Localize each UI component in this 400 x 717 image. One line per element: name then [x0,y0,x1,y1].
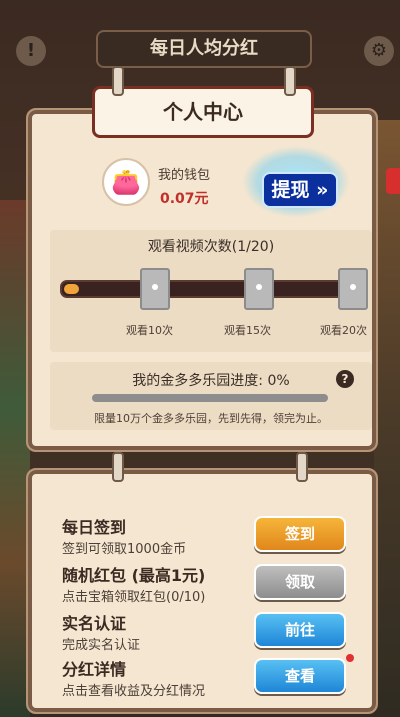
card-hook-right [296,452,308,482]
help-icon[interactable]: ? [336,370,354,388]
task-daily-checkin: 每日签到 签到可领取1000金币 签到 [60,514,360,560]
milestone-label: 观看10次 [126,324,173,337]
gear-icon[interactable]: ⚙ [364,36,394,66]
task-random-redpacket: 随机红包 (最高1元) 点击宝箱领取红包(0/10) 领取 [60,562,360,608]
task-dividend-details: 分红详情 点击查看收益及分红情况 查看 [60,654,360,702]
task-desc: 完成实名认证 [62,638,141,653]
side-tab[interactable] [386,168,400,194]
notification-dot [346,654,354,662]
task-desc: 点击查看收益及分红情况 [62,684,206,699]
garden-note: 限量10万个金多多乐园，先到先得，领完为止。 [94,412,328,425]
task-title: 随机红包 (最高1元) [62,566,206,585]
task-title: 实名认证 [62,614,127,633]
checkin-button[interactable]: 签到 [254,516,346,552]
task-desc: 签到可领取1000金币 [62,542,187,557]
personal-center-title: 个人中心 [92,86,314,138]
top-banner-title: 每日人均分红 [96,30,312,68]
task-title: 每日签到 [62,518,127,537]
milestone-chest[interactable] [244,268,274,310]
milestone-label: 观看20次 [320,324,367,337]
card-hook-right [284,66,296,96]
milestone-chest[interactable] [338,268,368,310]
milestone-chest[interactable] [140,268,170,310]
garden-progress-bar [92,394,328,402]
garden-progress-panel: 我的金多多乐园进度: 0% ? 限量10万个金多多乐园，先到先得，领完为止。 [50,362,372,430]
garden-progress-title: 我的金多多乐园进度: 0% [132,373,290,389]
withdraw-button[interactable]: 提现 » [262,172,338,208]
go-button[interactable]: 前往 [254,612,346,648]
claim-button[interactable]: 领取 [254,564,346,600]
info-icon[interactable]: ! [16,36,46,66]
card-hook-left [112,452,124,482]
task-title: 分红详情 [62,660,127,679]
video-watch-panel: 观看视频次数(1/20) 观看10次 观看15次 观看20次 [50,230,372,352]
wallet-amount: 0.07元 [160,191,209,207]
video-watch-title: 观看视频次数(1/20) [147,239,275,255]
task-desc: 点击宝箱领取红包(0/10) [62,590,206,605]
milestone-label: 观看15次 [224,324,271,337]
card-hook-left [112,66,124,96]
view-button[interactable]: 查看 [254,658,346,694]
video-progress-fill [64,284,79,294]
wallet-bag-icon: 👛 [102,158,150,206]
task-realname-auth: 实名认证 完成实名认证 前往 [60,610,360,656]
video-progress-bar [60,280,364,298]
wallet-label: 我的钱包 [158,168,211,183]
